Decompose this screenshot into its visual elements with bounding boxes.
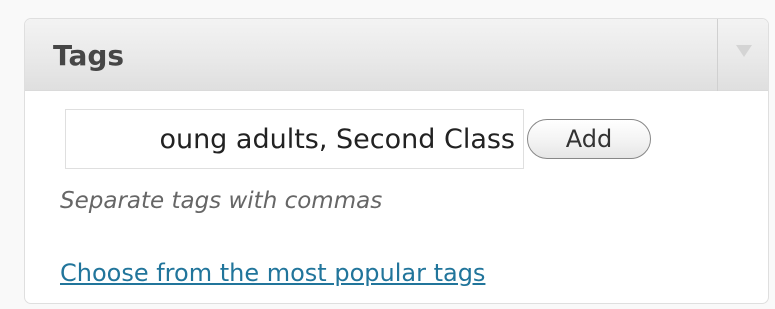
add-tag-button[interactable]: Add <box>527 119 651 159</box>
tags-metabox-content: Add Separate tags with commas Choose fro… <box>25 92 768 303</box>
popular-tags-link[interactable]: Choose from the most popular tags <box>60 258 485 288</box>
new-tag-input[interactable] <box>65 109 524 169</box>
toggle-panel-button[interactable] <box>718 19 768 91</box>
metabox-title: Tags <box>53 39 125 72</box>
tags-metabox-header: Tags <box>25 19 768 91</box>
tags-metabox: Tags Add Separate tags with commas Choos… <box>24 18 769 304</box>
triangle-down-icon <box>736 45 752 57</box>
tag-help-text: Separate tags with commas <box>60 188 383 214</box>
